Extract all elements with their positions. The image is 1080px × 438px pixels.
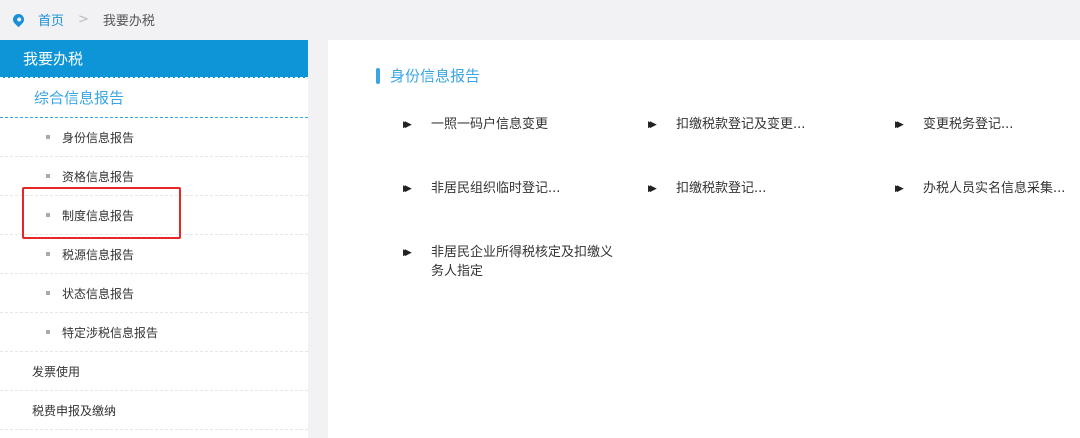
link-item[interactable]: ▶▶ 非居民组织临时登记... — [403, 179, 623, 199]
link-item[interactable]: ▶▶ 扣缴税款登记及变更... — [648, 115, 868, 135]
sidebar-item-tax-source[interactable]: 税源信息报告 — [0, 235, 308, 274]
sidebar-section-comprehensive-report[interactable]: 综合信息报告 — [0, 78, 308, 118]
double-arrow-icon: ▶▶ — [895, 184, 904, 194]
link-item[interactable]: ▶▶ 一照一码户信息变更 — [403, 115, 623, 135]
sidebar: 我要办税 综合信息报告 身份信息报告 资格信息报告 制度信息报告 税源信息报告 … — [0, 40, 308, 438]
sidebar-item-identity[interactable]: 身份信息报告 — [0, 118, 308, 157]
link-item[interactable]: ▶▶ 扣缴税款登记... — [648, 179, 868, 199]
sidebar-item-label: 资格信息报告 — [62, 169, 135, 184]
bullet-icon — [46, 135, 50, 139]
bullet-icon — [46, 252, 50, 256]
bullet-icon — [46, 330, 50, 334]
section-title: 身份信息报告 — [376, 65, 480, 86]
main-panel: 身份信息报告 ▶▶ 一照一码户信息变更 ▶▶ 扣缴税款登记及变更... ▶▶ 变更税务… — [328, 40, 1080, 438]
sidebar-item-label: 税源信息报告 — [62, 247, 135, 262]
double-arrow-icon: ▶▶ — [648, 120, 657, 130]
double-arrow-icon: ▶▶ — [895, 120, 904, 130]
breadcrumb-home-link[interactable]: 首页 — [38, 10, 64, 29]
link-item[interactable]: ▶▶ 非居民企业所得税核定及扣缴义务人指定 — [403, 243, 623, 281]
link-label: 扣缴税款登记及变更... — [676, 117, 806, 132]
link-label: 一照一码户信息变更 — [431, 117, 549, 132]
link-item[interactable]: ▶▶ 办税人员实名信息采集... — [895, 179, 1080, 199]
breadcrumb-current: 我要办税 — [102, 13, 155, 29]
sidebar-item-label: 身份信息报告 — [62, 130, 135, 145]
link-label: 办税人员实名信息采集... — [923, 181, 1066, 196]
double-arrow-icon: ▶▶ — [648, 184, 657, 194]
sidebar-item-specific[interactable]: 特定涉税信息报告 — [0, 313, 308, 352]
double-arrow-icon: ▶▶ — [403, 120, 412, 130]
link-label: 非居民组织临时登记... — [431, 181, 561, 196]
double-arrow-icon: ▶▶ — [403, 248, 412, 258]
section-title-text: 身份信息报告 — [390, 67, 481, 85]
highlight-box — [22, 187, 181, 239]
sidebar-header[interactable]: 我要办税 — [0, 40, 308, 78]
link-item[interactable]: ▶▶ 变更税务登记... — [895, 115, 1080, 135]
breadcrumb-separator: > — [78, 11, 89, 27]
sidebar-item-label: 特定涉税信息报告 — [62, 325, 159, 340]
sidebar-item-declaration[interactable]: 税费申报及缴纳 — [0, 391, 308, 430]
link-label: 扣缴税款登记... — [676, 181, 767, 196]
sidebar-item-label: 状态信息报告 — [62, 286, 135, 301]
link-label: 非居民企业所得税核定及扣缴义务人指定 — [431, 245, 614, 279]
double-arrow-icon: ▶▶ — [403, 184, 412, 194]
location-pin-icon — [10, 11, 27, 27]
link-label: 变更税务登记... — [923, 117, 1014, 132]
bullet-icon — [46, 291, 50, 295]
sidebar-item-status[interactable]: 状态信息报告 — [0, 274, 308, 313]
breadcrumb: 首页 > 我要办税 — [0, 0, 1080, 38]
sidebar-item-invoice[interactable]: 发票使用 — [0, 352, 308, 391]
bullet-icon — [46, 174, 50, 178]
title-bar-icon — [376, 67, 380, 84]
